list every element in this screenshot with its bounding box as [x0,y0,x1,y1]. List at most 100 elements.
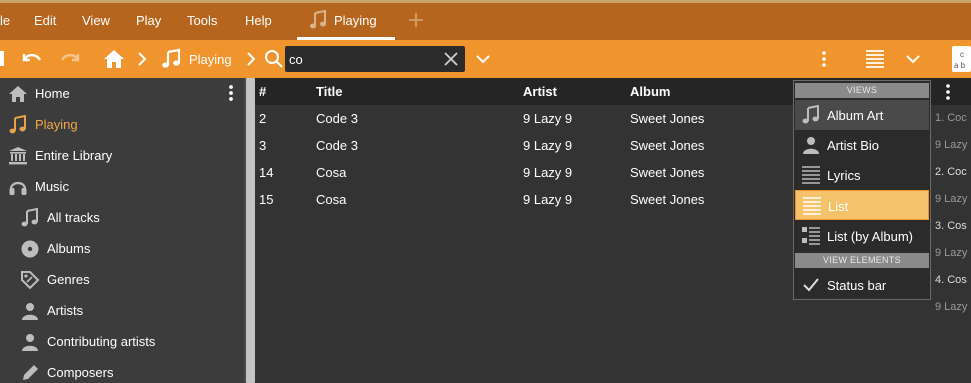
track-artist: 9 Lazy 9 [523,138,573,153]
view-element-label: Status bar [827,278,887,293]
sidebar-item-label: Artists [47,303,84,318]
sidebar-item-contributing-artists[interactable]: Contributing artists [0,326,244,357]
tab-playing[interactable]: Playing [297,4,395,40]
table-row[interactable]: 2 Code 3 9 Lazy 9 Sweet Jones [255,105,793,132]
chevron-right-icon [247,52,256,66]
queue-item-artist: 9 Lazy [935,139,968,151]
queue-item-title[interactable]: 4. Cos [935,274,967,286]
person-icon [22,303,38,320]
chevron-down-icon[interactable] [475,54,491,64]
column-header-number[interactable]: # [259,84,266,99]
column-header-title[interactable]: Title [316,84,343,99]
column-header-artist[interactable]: Artist [523,84,557,99]
view-option-lyrics[interactable]: Lyrics [795,160,929,190]
lines-icon [802,166,820,184]
chevron-down-icon[interactable] [905,54,921,64]
undo-icon[interactable] [20,50,44,68]
list-view-icon[interactable] [864,49,886,69]
view-option-artist-bio[interactable]: Artist Bio [795,130,929,160]
view-element-status-bar[interactable]: Status bar [795,270,929,300]
track-number: 15 [259,192,274,207]
track-album: Sweet Jones [630,165,705,180]
sidebar-item-label: Albums [47,241,91,256]
music-note-icon [802,105,819,124]
track-number: 3 [259,138,267,153]
track-album: Sweet Jones [630,192,705,207]
menu-file[interactable]: le [0,13,10,28]
home-icon[interactable] [103,49,125,69]
chevron-right-icon [138,52,147,66]
sidebar-item-all-tracks[interactable]: All tracks [0,202,244,233]
sidebar-item-artists[interactable]: Artists [0,295,244,326]
person-icon [803,137,819,154]
view-option-label: List [828,199,849,214]
menu-help[interactable]: Help [245,13,272,28]
track-artist: 9 Lazy 9 [523,111,573,126]
queue-item-title[interactable]: 2. Coc [935,166,967,178]
title-strip [0,0,971,3]
sidebar-item-label: Composers [47,365,114,380]
view-option-label: Album Art [827,108,884,123]
check-icon [803,278,819,292]
track-album: Sweet Jones [630,111,705,126]
view-option-list[interactable]: List [795,190,929,220]
sidebar-item-entire-library[interactable]: Entire Library [0,140,244,171]
sidebar-item-home[interactable]: Home [0,78,244,109]
menu-tools[interactable]: Tools [187,13,217,28]
music-note-icon [162,48,181,68]
menu-play[interactable]: Play [136,13,161,28]
queue-item-title[interactable]: 3. Cos [935,220,967,232]
breadcrumb-playing[interactable]: Playing [189,52,232,67]
menu-edit[interactable]: Edit [34,13,56,28]
menu-view[interactable]: View [82,13,110,28]
view-option-label: Lyrics [827,168,861,183]
view-option-list-by-album[interactable]: List (by Album) [795,221,929,251]
column-header-album[interactable]: Album [630,84,670,99]
sidebar-item-label: Playing [35,117,78,132]
sidebar-item-genres[interactable]: Genres [0,264,244,295]
headphones-icon [9,181,27,195]
sidebar-item-music[interactable]: Music [0,171,244,202]
sidebar-item-label: Genres [47,272,90,287]
track-title: Cosa [316,165,347,180]
home-icon [9,86,27,102]
sidebar-item-label: Contributing artists [47,334,156,349]
queue-item-artist: 9 Lazy [935,301,968,313]
clear-icon[interactable] [442,50,460,68]
sidebar-item-label: Home [35,86,70,101]
sidebar-item-composers[interactable]: Composers [0,357,244,383]
sidebar-toggle-icon[interactable] [0,51,4,66]
track-title: Code 3 [316,111,358,126]
music-note-icon [9,115,26,134]
mini-player-icon[interactable]: c a b [950,44,971,74]
search-icon[interactable] [264,49,284,69]
track-album: Sweet Jones [630,138,705,153]
kebab-menu-icon[interactable] [944,83,952,101]
search-field[interactable] [285,46,465,72]
svg-text:a b: a b [954,61,966,70]
track-title: Code 3 [316,138,358,153]
plus-icon[interactable] [408,12,424,28]
table-row[interactable]: 14 Cosa 9 Lazy 9 Sweet Jones [255,159,793,186]
table-row[interactable]: 3 Code 3 9 Lazy 9 Sweet Jones [255,132,793,159]
sidebar-item-playing[interactable]: Playing [0,109,244,140]
sidebar-item-label: Entire Library [35,148,113,163]
pen-icon [23,365,38,380]
view-option-label: Artist Bio [827,138,880,153]
track-number: 2 [259,111,267,126]
sidebar-scrollbar-thumb[interactable] [246,78,255,383]
disc-icon [21,240,39,258]
track-number: 14 [259,165,274,180]
redo-icon[interactable] [58,50,82,68]
view-option-album-art[interactable]: Album Art [795,100,929,130]
kebab-menu-icon[interactable] [820,50,828,68]
tab-label: Playing [334,13,377,28]
sidebar-item-albums[interactable]: Albums [0,233,244,264]
table-row[interactable]: 15 Cosa 9 Lazy 9 Sweet Jones [255,186,793,213]
track-artist: 9 Lazy 9 [523,192,573,207]
music-note-icon [21,208,38,227]
views-header: VIEWS [795,83,929,98]
library-icon [9,147,27,165]
search-input[interactable] [289,50,439,68]
queue-item-title[interactable]: 1. Coc [935,112,967,124]
